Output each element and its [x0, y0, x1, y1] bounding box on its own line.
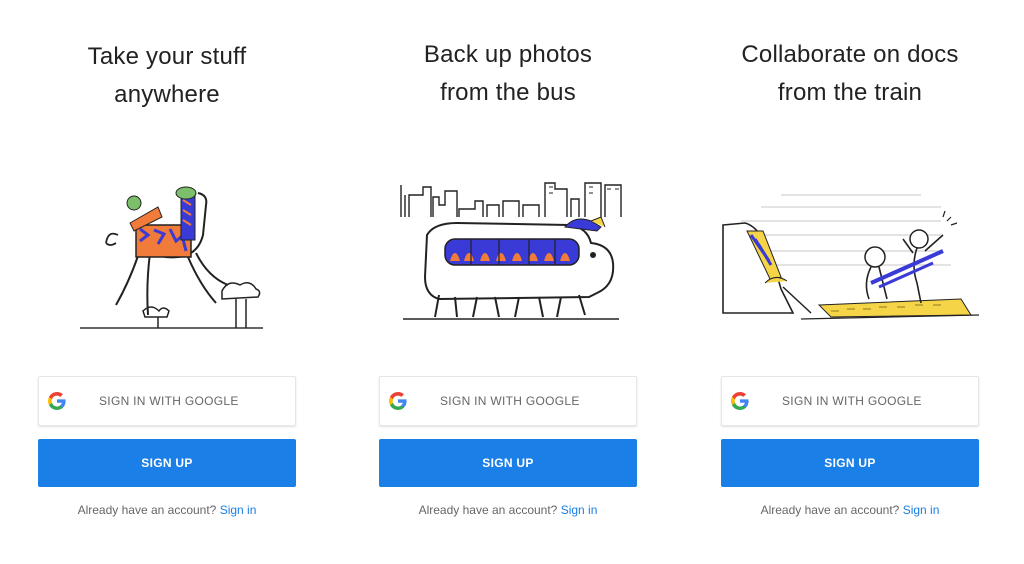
account-prompt-text: Already have an account?: [77, 503, 217, 517]
google-g-icon: [48, 392, 66, 410]
panel-title: Take your stuff anywhere: [18, 38, 316, 114]
google-button-label: SIGN IN WITH GOOGLE: [782, 394, 922, 408]
onboarding-panel-backup-photos: Back up photos from the bus SIGN IN WITH…: [379, 0, 637, 564]
sign-up-label: SIGN UP: [482, 456, 534, 470]
sign-in-link[interactable]: Sign in: [220, 503, 257, 517]
sign-in-with-google-button[interactable]: SIGN IN WITH GOOGLE: [379, 376, 637, 426]
sign-up-label: SIGN UP: [824, 456, 876, 470]
account-prompt-text: Already have an account?: [418, 503, 558, 517]
giraffe-illustration: [80, 186, 263, 329]
panel-title: Back up photos from the bus: [359, 36, 657, 112]
sign-in-link[interactable]: Sign in: [561, 503, 598, 517]
onboarding-panel-take-stuff: Take your stuff anywhere SIGN IN WITH GO…: [38, 0, 296, 564]
panel-title-line1: Back up photos: [423, 41, 593, 68]
sign-up-button[interactable]: SIGN UP: [38, 439, 296, 487]
sign-up-label: SIGN UP: [141, 456, 193, 470]
panel-title-line1: Take your stuff: [87, 43, 247, 70]
google-g-icon: [731, 392, 749, 410]
account-prompt: Already have an account? Sign in: [38, 500, 296, 520]
account-prompt: Already have an account? Sign in: [379, 500, 637, 520]
account-prompt-text: Already have an account?: [760, 503, 900, 517]
sign-in-link[interactable]: Sign in: [903, 503, 940, 517]
account-prompt: Already have an account? Sign in: [721, 500, 979, 520]
panel-title: Collaborate on docs from the train: [701, 36, 999, 112]
sign-up-button[interactable]: SIGN UP: [379, 439, 637, 487]
google-button-label: SIGN IN WITH GOOGLE: [440, 394, 580, 408]
panel-title-line2: from the train: [777, 79, 923, 106]
sign-up-button[interactable]: SIGN UP: [721, 439, 979, 487]
google-g-icon: [389, 392, 407, 410]
train-illustration: [722, 194, 979, 320]
panel-title-line2: from the bus: [440, 79, 576, 106]
bus-illustration: [400, 182, 622, 320]
sign-in-with-google-button[interactable]: SIGN IN WITH GOOGLE: [38, 376, 296, 426]
sign-in-with-google-button[interactable]: SIGN IN WITH GOOGLE: [721, 376, 979, 426]
onboarding-panel-collaborate-docs: Collaborate on docs from the train SIGN …: [721, 0, 979, 564]
panel-title-line1: Collaborate on docs: [741, 41, 959, 68]
panel-title-line2: anywhere: [114, 81, 220, 108]
google-button-label: SIGN IN WITH GOOGLE: [99, 394, 239, 408]
